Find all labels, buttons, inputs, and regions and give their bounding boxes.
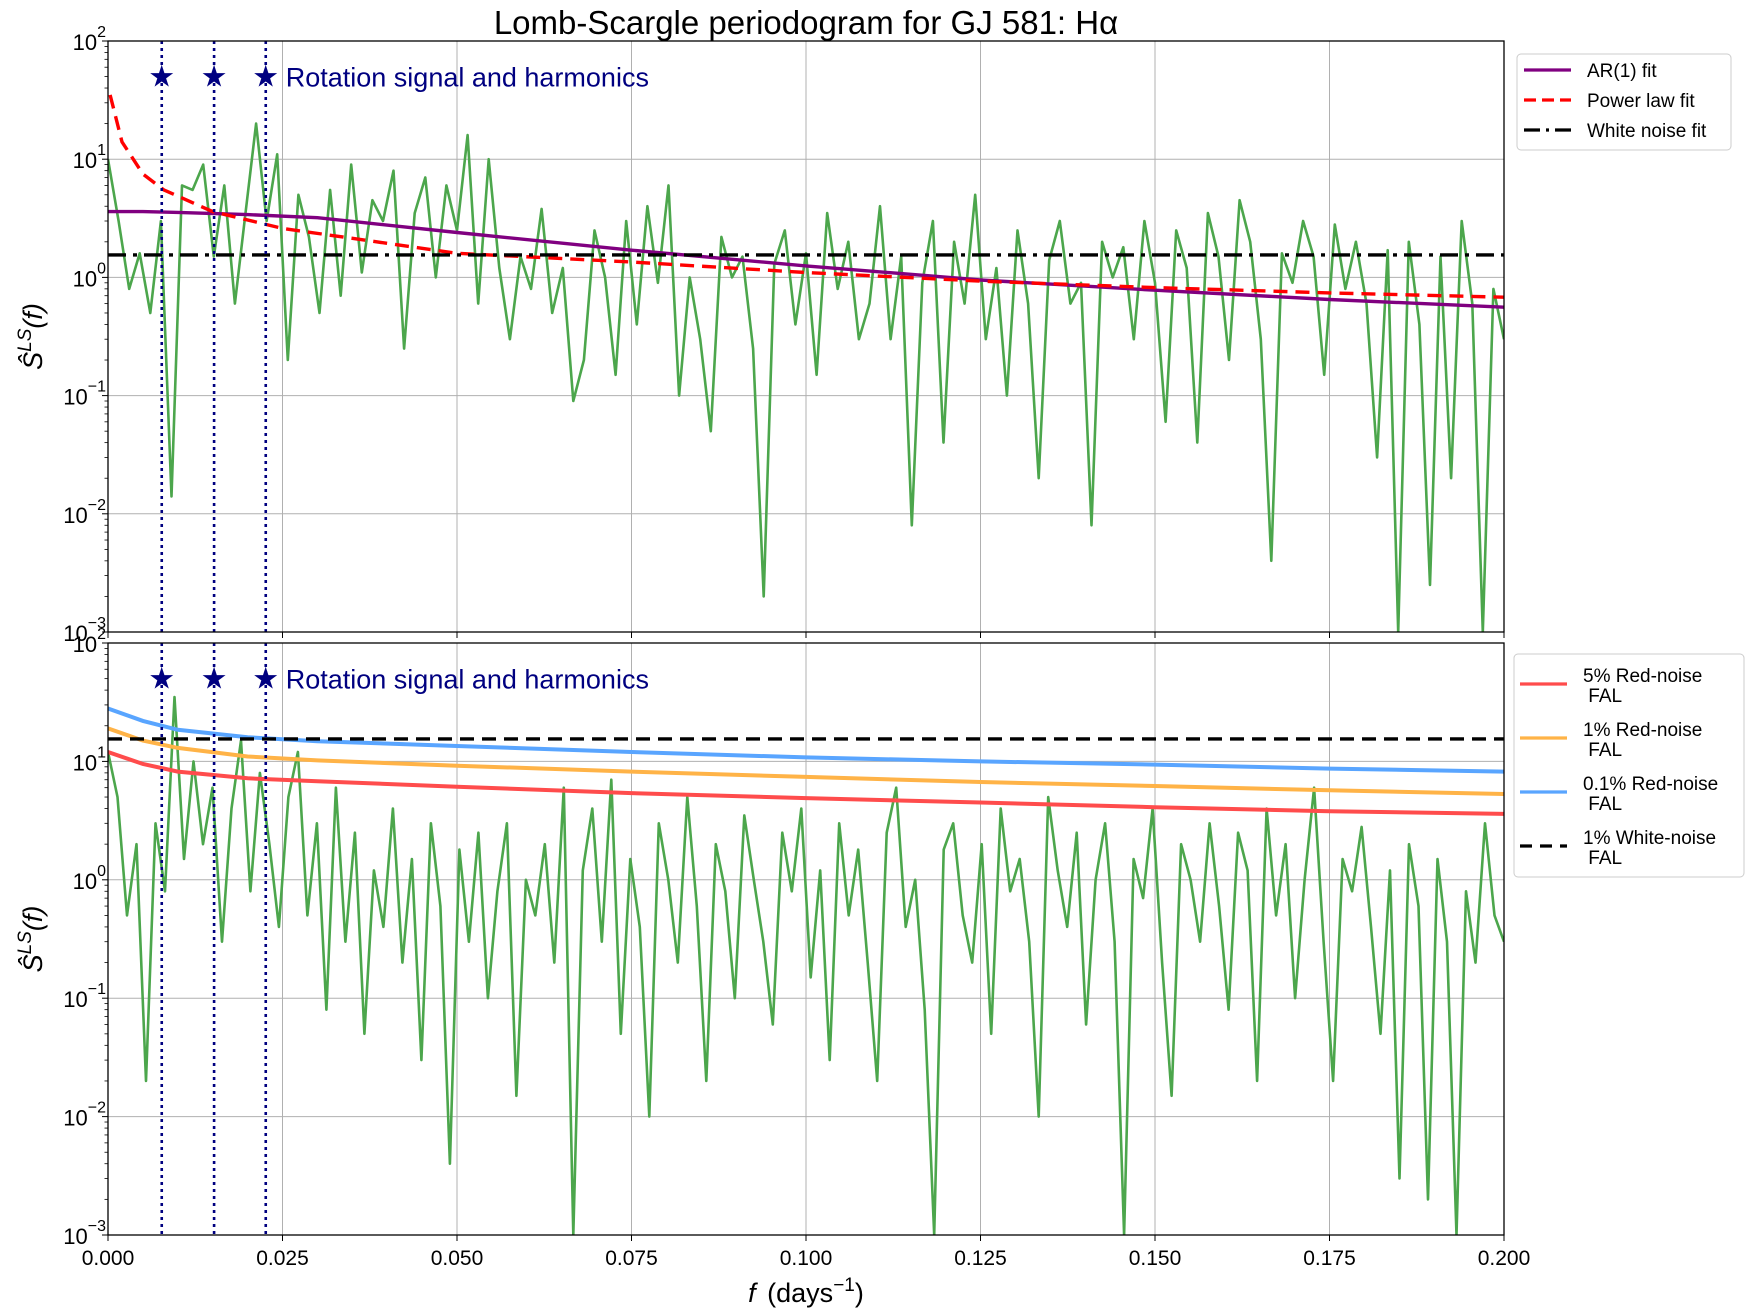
y-tick-label: 10−1	[63, 379, 106, 410]
star-icon: ★	[252, 663, 279, 696]
x-tick-label: 0.100	[780, 1247, 833, 1270]
legend-label: AR(1) fit	[1587, 61, 1657, 82]
y-tick-label: 101	[73, 744, 106, 775]
x-tick-label: 0.000	[82, 1247, 135, 1270]
chart-title: Lomb-Scargle periodogram for GJ 581: Hα	[494, 4, 1118, 41]
x-tick-label: 0.050	[431, 1247, 484, 1270]
star-icon: ★	[201, 663, 228, 696]
x-tick-label: 0.125	[954, 1247, 1007, 1270]
y-tick-label: 10−3	[63, 1218, 106, 1249]
y-axis-label: ŜLS(f)	[15, 303, 48, 370]
y-tick-label: 10−2	[63, 497, 106, 528]
y-tick-label: 102	[73, 24, 106, 55]
annotation-text: Rotation signal and harmonics	[286, 665, 649, 695]
x-tick-label: 0.200	[1478, 1247, 1531, 1270]
x-tick-label: 0.150	[1129, 1247, 1182, 1270]
star-icon: ★	[201, 61, 228, 94]
x-axis-label: f (days−1)	[748, 1275, 864, 1308]
legend-label: White noise fit	[1587, 121, 1707, 142]
y-tick-label: 10−2	[63, 1100, 106, 1131]
star-icon: ★	[148, 663, 175, 696]
x-tick-label: 0.075	[605, 1247, 658, 1270]
annotation-text: Rotation signal and harmonics	[286, 63, 649, 93]
y-tick-label: 100	[73, 863, 106, 894]
y-axis-label: ŜLS(f)	[15, 906, 48, 973]
y-tick-label: 100	[73, 260, 106, 291]
periodogram-figure: Lomb-Scargle periodogram for GJ 581: Hα …	[15, 4, 1745, 1308]
star-icon: ★	[148, 61, 175, 94]
x-label-unit: (days	[767, 1278, 833, 1308]
y-tick-label: 10−1	[63, 981, 106, 1012]
panel-2: 0.000 0.025 0.050 0.075 0.100 0.125 0.150 0.175…	[15, 626, 1745, 1270]
legend-label: Power law fit	[1587, 91, 1695, 112]
x-tick-label: 0.025	[256, 1247, 309, 1270]
x-label-close: )	[855, 1278, 864, 1308]
x-tick-label: 0.175	[1303, 1247, 1356, 1270]
star-icon: ★	[252, 61, 279, 94]
panel-1: 10−310−210−1100101102★ ★ ★ Rotation signal …	[15, 24, 1732, 646]
x-label-symbol: f	[748, 1278, 758, 1308]
y-tick-label: 101	[73, 142, 106, 173]
legend: AR(1) fit Power law fit White noise fit	[1516, 53, 1732, 151]
legend: 5% Red-noise FAL1% Red-noise FAL0.1% Red…	[1513, 653, 1745, 878]
x-label-exp: −1	[833, 1275, 855, 1296]
